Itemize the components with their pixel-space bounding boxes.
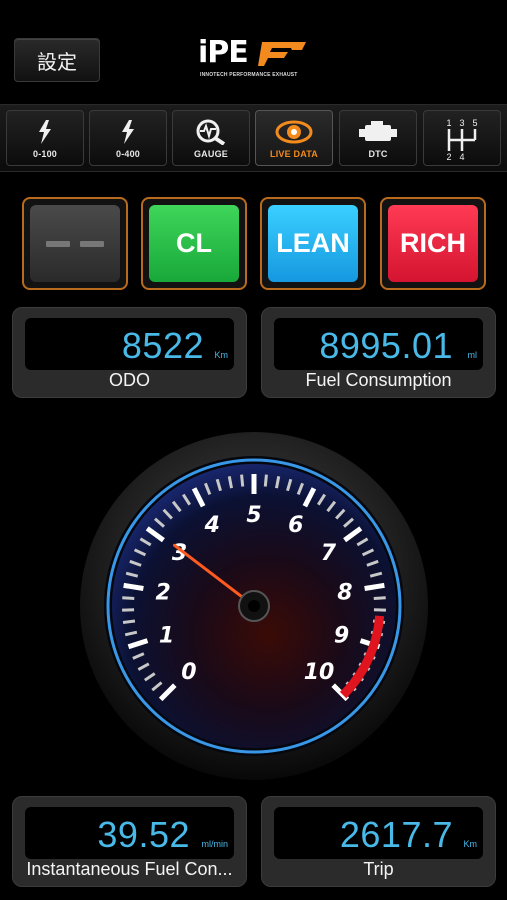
- logo-text: iPE: [198, 35, 249, 70]
- shift-digit: 2: [446, 152, 451, 161]
- tab-gauge[interactable]: GAUGE: [172, 110, 250, 166]
- odo-label: ODO: [108, 370, 150, 390]
- major-tick: [123, 582, 144, 591]
- tab-label: DTC: [368, 149, 388, 159]
- tab-label: 0-100: [32, 149, 58, 159]
- readout-screen: 39.52 ml/min: [25, 807, 234, 859]
- instant-fuel-unit: ml/min: [201, 839, 229, 849]
- minor-tick: [263, 474, 268, 487]
- lamp-indicator: [30, 205, 120, 282]
- readout-screen: 8522 Km: [25, 318, 234, 370]
- shift-digit: 4: [459, 152, 464, 161]
- shift-digit: 5: [472, 118, 477, 128]
- gauge-magnifier-icon: [196, 119, 226, 145]
- instant-fuel-value: 39.52: [97, 814, 190, 855]
- fuel-consumption-label: Fuel Consumption: [305, 370, 452, 390]
- minor-tick: [122, 619, 136, 625]
- lamp-indicator: LEAN: [268, 205, 358, 282]
- gauge-label-5: 5: [246, 503, 261, 528]
- eye-icon: [275, 120, 313, 144]
- shift-digit: 3: [459, 118, 464, 128]
- tab-0-100[interactable]: 0-100: [6, 110, 84, 166]
- needle-hub-center: [248, 600, 260, 612]
- odo-readout: 8522 Km ODO: [12, 307, 247, 398]
- gear-shift-icon: 1 3 5 2 4: [446, 118, 477, 161]
- lightning-icon: [122, 120, 134, 144]
- lamp-indicator: RICH: [388, 205, 478, 282]
- lightning-icon: [39, 120, 51, 144]
- minor-tick: [373, 596, 386, 600]
- trip-readout: 2617.7 Km Trip: [261, 796, 496, 887]
- trip-label: Trip: [363, 859, 394, 879]
- gauge-label-2: 2: [155, 581, 170, 606]
- readout-screen: 8995.01 ml: [274, 318, 483, 370]
- readout-screen: 2617.7 Km: [274, 807, 483, 859]
- mode-tab-bar: 0-100 0-400 GAUGE LIVE DATA DTC 1 3 5 2 …: [0, 104, 507, 172]
- gauge-label-6: 6: [288, 513, 303, 538]
- status-lamp-cl: CL: [141, 197, 247, 290]
- instant-fuel-readout: 39.52 ml/min Instantaneous Fuel Con...: [12, 796, 247, 887]
- minor-tick: [122, 596, 135, 600]
- tab-0-400[interactable]: 0-400: [89, 110, 167, 166]
- instant-fuel-label: Instantaneous Fuel Con...: [26, 859, 233, 879]
- tab-live-data[interactable]: LIVE DATA: [255, 110, 333, 166]
- gauge-label-10: 10: [304, 660, 335, 685]
- settings-button[interactable]: 設定: [14, 38, 100, 82]
- odo-unit: Km: [214, 350, 229, 360]
- tab-label: LIVE DATA: [270, 149, 318, 159]
- gauge-label-7: 7: [321, 541, 337, 566]
- major-tick: [364, 582, 385, 591]
- logo-flame-mark: [258, 42, 306, 66]
- minor-tick: [240, 474, 245, 487]
- status-lamp-off: [22, 197, 128, 290]
- tachometer-gauge: 01234 5 678910: [80, 432, 428, 780]
- trip-value: 2617.7: [339, 814, 453, 855]
- gauge-label-8: 8: [337, 581, 352, 606]
- gauge-label-1: 1: [159, 623, 174, 648]
- engine-icon: [359, 121, 397, 141]
- logo-subtitle: INNOTECH PERFORMANCE EXHAUST: [200, 72, 298, 78]
- tab-dtc[interactable]: DTC: [339, 110, 417, 166]
- fuel-consumption-unit: ml: [467, 350, 478, 360]
- shift-digit: 1: [446, 118, 451, 128]
- fuel-consumption-value: 8995.01: [319, 325, 453, 366]
- ipe-logo: iPE INNOTECH PERFORMANCE EXHAUST: [198, 36, 310, 86]
- fuel-consumption-readout: 8995.01 ml Fuel Consumption: [261, 307, 496, 398]
- tab-gear-shift[interactable]: 1 3 5 2 4: [423, 110, 501, 166]
- gauge-label-9: 9: [334, 623, 349, 648]
- tab-label: 0-400: [115, 149, 141, 159]
- status-lamp-lean: LEAN: [260, 197, 366, 290]
- gauge-label-4: 4: [204, 513, 220, 538]
- trip-unit: Km: [463, 839, 478, 849]
- odo-value: 8522: [121, 325, 204, 366]
- gauge-label-0: 0: [181, 660, 196, 685]
- tab-label: GAUGE: [193, 149, 228, 159]
- lamp-indicator: CL: [149, 205, 239, 282]
- status-lamp-rich: RICH: [380, 197, 486, 290]
